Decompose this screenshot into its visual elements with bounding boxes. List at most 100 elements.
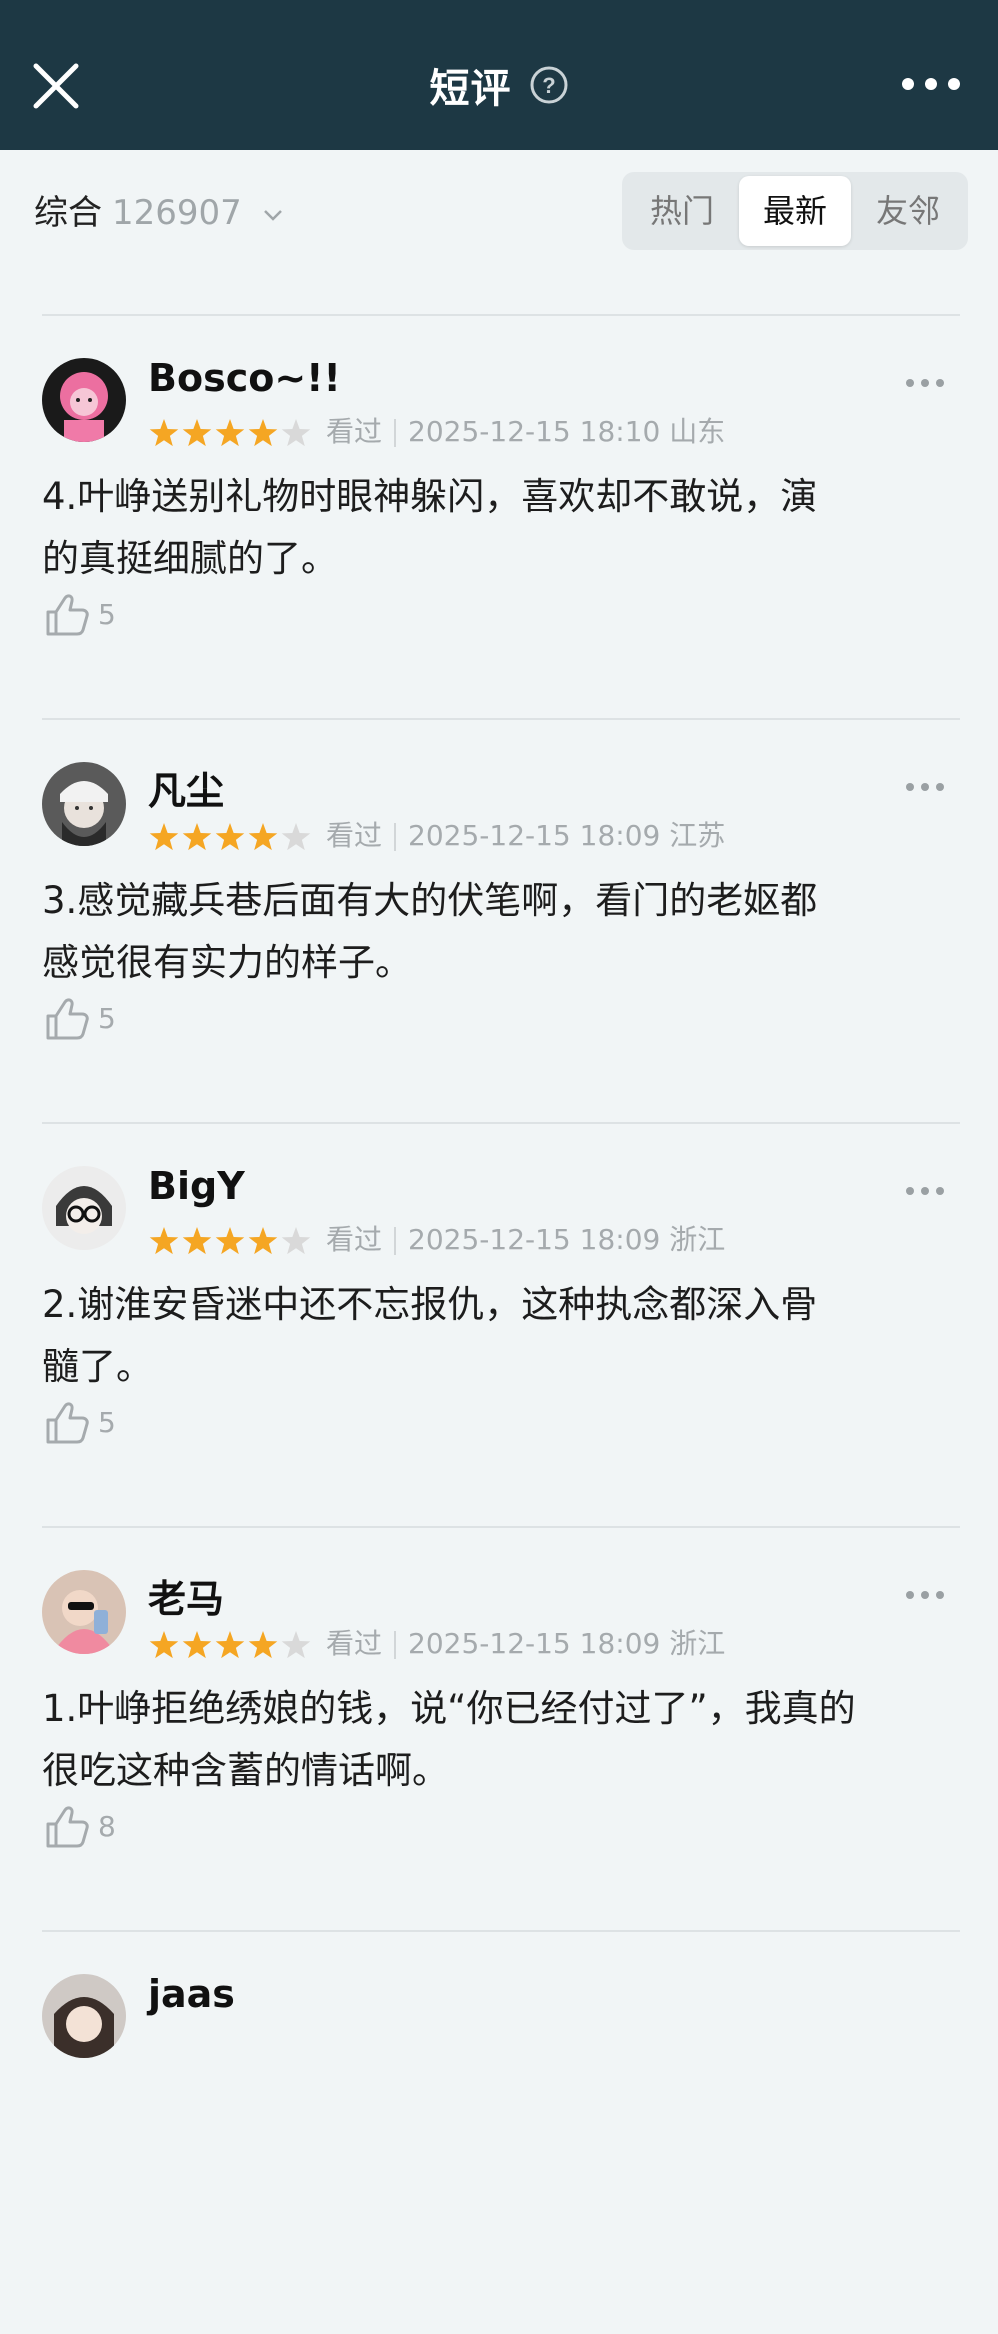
- watch-status: 看过: [326, 1627, 383, 1660]
- username[interactable]: 凡尘: [148, 760, 224, 815]
- like-count: 5: [98, 1001, 116, 1035]
- review-item: 凡尘 看过 2025-12-15 18:09 江苏 3.感觉藏兵巷后面有大的伏笔啊…: [0, 720, 998, 1122]
- review-line: 很吃这种含蓄的情话啊。: [42, 1749, 449, 1792]
- top-bar: 短评 ?: [0, 0, 998, 150]
- avatar[interactable]: [42, 1166, 126, 1250]
- separator: [394, 1227, 397, 1255]
- watch-status: 看过: [326, 819, 383, 852]
- star-filled-icon: [215, 1227, 245, 1255]
- review-location: 浙江: [669, 1223, 726, 1256]
- thumbs-up-icon: [46, 1401, 89, 1443]
- review-count: 126907: [112, 193, 242, 233]
- username[interactable]: 老马: [148, 1568, 224, 1623]
- star-rating: [149, 823, 311, 851]
- star-filled-icon: [248, 1227, 278, 1255]
- review-line: 2.谢淮安昏迷中还不忘报仇，这种执念都深入骨: [42, 1283, 818, 1326]
- review-meta: 看过 2025-12-15 18:09 浙江: [148, 1220, 725, 1260]
- star-filled-icon: [248, 1631, 278, 1659]
- star-filled-icon: [182, 823, 212, 851]
- review-time: 2025-12-15 18:10: [408, 415, 661, 448]
- tab-latest[interactable]: 最新: [739, 176, 851, 246]
- review-item: Bosco~!! 看过 2025-12-15 18:10 山东 4.叶峥送别礼物时…: [0, 316, 998, 718]
- separator: [394, 1631, 397, 1659]
- review-line: 3.感觉藏兵巷后面有大的伏笔啊，看门的老妪都: [42, 879, 818, 922]
- review-time: 2025-12-15 18:09: [408, 1223, 661, 1256]
- username[interactable]: BigY: [148, 1164, 245, 1208]
- star-filled-icon: [149, 1227, 179, 1255]
- star-filled-icon: [215, 1631, 245, 1659]
- tab-hot[interactable]: 热门: [626, 176, 738, 246]
- avatar[interactable]: [42, 762, 126, 846]
- more-icon[interactable]: [904, 1588, 946, 1602]
- username[interactable]: Bosco~!!: [148, 356, 341, 400]
- like-count: 8: [98, 1809, 116, 1843]
- tab-switcher: 热门 最新 友邻: [622, 172, 968, 250]
- sort-dropdown[interactable]: 综合 126907: [34, 188, 287, 238]
- star-empty-icon: [281, 1227, 311, 1255]
- review-line: 4.叶峥送别礼物时眼神躲闪，喜欢却不敢说，演: [42, 475, 818, 518]
- review-text: 4.叶峥送别礼物时眼神躲闪，喜欢却不敢说，演 的真挺细腻的了。: [42, 466, 958, 590]
- like-button[interactable]: 8: [42, 1798, 116, 1854]
- star-filled-icon: [215, 419, 245, 447]
- title-wrap: 短评 ?: [0, 56, 998, 116]
- sort-label: 综合: [34, 193, 102, 233]
- like-button[interactable]: 5: [42, 586, 116, 642]
- watch-status: 看过: [326, 415, 383, 448]
- review-line: 的真挺细腻的了。: [42, 537, 338, 580]
- more-horizontal-icon[interactable]: [900, 72, 962, 96]
- more-icon[interactable]: [904, 1184, 946, 1198]
- review-meta: 看过 2025-12-15 18:09 江苏: [148, 816, 725, 856]
- review-line: 髓了。: [42, 1345, 153, 1388]
- avatar[interactable]: [42, 1570, 126, 1654]
- star-filled-icon: [149, 1631, 179, 1659]
- avatar[interactable]: [42, 1974, 126, 2058]
- review-line: 感觉很有实力的样子。: [42, 941, 412, 984]
- review-time: 2025-12-15 18:09: [408, 819, 661, 852]
- separator: [394, 823, 397, 851]
- tab-friends[interactable]: 友邻: [852, 176, 964, 246]
- thumbs-up-icon: [46, 1805, 89, 1847]
- review-time: 2025-12-15 18:09: [408, 1627, 661, 1660]
- review-item: BigY 看过 2025-12-15 18:09 浙江 2.谢淮安昏迷中还不忘报仇…: [0, 1124, 998, 1526]
- thumbs-up-icon: [46, 593, 89, 635]
- review-meta: 看过 2025-12-15 18:09 浙江: [148, 1624, 725, 1664]
- review-text: 3.感觉藏兵巷后面有大的伏笔啊，看门的老妪都 感觉很有实力的样子。: [42, 870, 958, 994]
- filter-bar: 综合 126907 热门 最新 友邻: [0, 150, 998, 274]
- star-rating: [149, 1631, 311, 1659]
- review-item: 老马 看过 2025-12-15 18:09 浙江 1.叶峥拒绝绣娘的钱，说“你已…: [0, 1528, 998, 1930]
- like-button[interactable]: 5: [42, 1394, 116, 1450]
- star-filled-icon: [215, 823, 245, 851]
- star-filled-icon: [149, 419, 179, 447]
- svg-text:?: ?: [542, 73, 555, 98]
- review-location: 江苏: [669, 819, 726, 852]
- more-icon[interactable]: [904, 376, 946, 390]
- review-line: 1.叶峥拒绝绣娘的钱，说“你已经付过了”，我真的: [42, 1687, 856, 1730]
- review-location: 浙江: [669, 1627, 726, 1660]
- review-text: 2.谢淮安昏迷中还不忘报仇，这种执念都深入骨 髓了。: [42, 1274, 958, 1398]
- more-icon[interactable]: [904, 780, 946, 794]
- review-text: 1.叶峥拒绝绣娘的钱，说“你已经付过了”，我真的 很吃这种含蓄的情话啊。: [42, 1678, 958, 1802]
- star-empty-icon: [281, 1631, 311, 1659]
- chevron-down-icon: [263, 209, 282, 221]
- star-filled-icon: [182, 1631, 212, 1659]
- like-count: 5: [98, 597, 116, 631]
- review-meta: 看过 2025-12-15 18:10 山东: [148, 412, 725, 452]
- star-empty-icon: [281, 823, 311, 851]
- star-empty-icon: [281, 419, 311, 447]
- star-filled-icon: [149, 823, 179, 851]
- review-item-partial: jaas: [0, 1932, 998, 2334]
- separator: [394, 419, 397, 447]
- star-filled-icon: [248, 823, 278, 851]
- username[interactable]: jaas: [148, 1972, 235, 2016]
- star-filled-icon: [182, 1227, 212, 1255]
- page-title: 短评: [429, 66, 512, 112]
- star-filled-icon: [248, 419, 278, 447]
- watch-status: 看过: [326, 1223, 383, 1256]
- thumbs-up-icon: [46, 997, 89, 1039]
- like-count: 5: [98, 1405, 116, 1439]
- review-location: 山东: [669, 415, 726, 448]
- star-rating: [149, 419, 311, 447]
- like-button[interactable]: 5: [42, 990, 116, 1046]
- help-circle-icon[interactable]: ?: [529, 65, 569, 105]
- avatar[interactable]: [42, 358, 126, 442]
